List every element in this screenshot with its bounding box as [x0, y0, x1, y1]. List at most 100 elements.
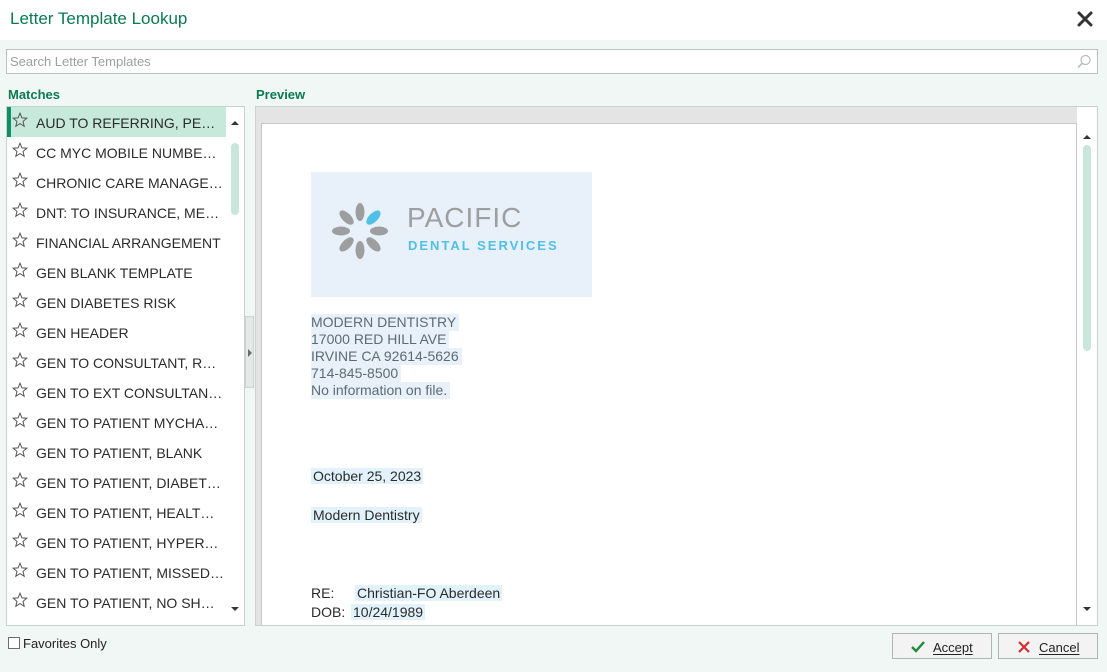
star-icon[interactable]: [12, 592, 28, 608]
list-item-label: AUD TO REFERRING, PED DEV SCREEN: [36, 115, 224, 131]
practice-address-line2: IRVINE CA 92614-5626: [311, 348, 462, 365]
search-input[interactable]: [10, 52, 1060, 71]
star-icon[interactable]: [12, 202, 28, 218]
practice-extra-info: No information on file.: [311, 382, 451, 399]
patient-dob: 10/24/1989: [351, 604, 426, 620]
matches-list: AUD TO REFERRING, PED DEV SCREEN CC MYC M…: [7, 107, 228, 625]
list-item[interactable]: CHRONIC CARE MANAGEMENT: [7, 167, 228, 197]
checkbox-box[interactable]: [8, 637, 20, 649]
list-item[interactable]: GEN TO PATIENT, NO SHOW: [7, 587, 228, 617]
matches-scroll-thumb[interactable]: [231, 143, 239, 215]
list-item[interactable]: GEN TO PATIENT, HEALTH MAINTENANCE: [7, 497, 228, 527]
search-icon[interactable]: [1075, 53, 1093, 71]
close-button[interactable]: [1075, 9, 1095, 29]
star-icon[interactable]: [12, 172, 28, 188]
matches-scrollbar[interactable]: [226, 107, 244, 625]
star-icon[interactable]: [12, 532, 28, 548]
chevron-down-icon[interactable]: [1082, 605, 1092, 613]
preview-label: Preview: [256, 87, 306, 102]
list-item-label: CC MYC MOBILE NUMBER CONFIRMATION: [36, 145, 224, 161]
letter-re-line: RE: Christian-FO Aberdeen: [311, 585, 503, 601]
patient-name: Christian-FO Aberdeen: [355, 585, 503, 601]
dob-label: DOB:: [311, 604, 346, 620]
sunburst-logo-icon: [332, 203, 388, 259]
star-icon[interactable]: [12, 382, 28, 398]
preview-scroll-thumb[interactable]: [1083, 145, 1091, 351]
favorites-only-label[interactable]: Favorites Only: [23, 636, 107, 651]
list-item[interactable]: AUD TO REFERRING, PED DEV SCREEN: [7, 107, 228, 137]
preview-panel: PACIFIC DENTAL SERVICES MODERN DENTISTRY…: [255, 106, 1098, 626]
list-item-label: GEN TO PATIENT MYCHART ACTIVATION: [36, 415, 224, 431]
list-item[interactable]: CC MYC MOBILE NUMBER CONFIRMATION: [7, 137, 228, 167]
list-item[interactable]: GEN TO PATIENT, BLANK: [7, 437, 228, 467]
panel-splitter[interactable]: [245, 316, 254, 388]
list-item[interactable]: GEN HEADER: [7, 317, 228, 347]
list-item[interactable]: GEN BLANK TEMPLATE: [7, 257, 228, 287]
list-item-label: DNT: TO INSURANCE, MEDICAL NECESSITY: [36, 205, 224, 221]
list-item-label: GEN HEADER: [36, 325, 129, 341]
logo-word-primary: PACIFIC: [407, 202, 523, 233]
star-icon[interactable]: [12, 232, 28, 248]
re-label: RE:: [311, 585, 335, 601]
cancel-button[interactable]: Cancel: [998, 633, 1098, 659]
letter-recipient: Modern Dentistry: [311, 507, 422, 523]
star-icon[interactable]: [12, 502, 28, 518]
letter-dob-line: DOB: 10/24/1989: [311, 604, 426, 620]
star-icon[interactable]: [12, 142, 28, 158]
list-item[interactable]: GEN TO PATIENT, HYPERTENSION: [7, 527, 228, 557]
cancel-label: Cancel: [1039, 640, 1080, 655]
practice-address-block: MODERN DENTISTRY 17000 RED HILL AVE IRVI…: [311, 314, 462, 399]
list-item-label: GEN TO PATIENT, HYPERTENSION: [36, 535, 224, 551]
star-icon[interactable]: [12, 412, 28, 428]
practice-name: MODERN DENTISTRY: [311, 314, 460, 331]
chevron-down-icon[interactable]: [230, 605, 240, 613]
star-icon[interactable]: [12, 262, 28, 278]
search-field[interactable]: [6, 49, 1098, 74]
list-item-label: GEN TO PATIENT, DIABETES: [36, 475, 224, 491]
list-item-label: FINANCIAL ARRANGEMENT: [36, 235, 221, 251]
close-icon: [1077, 11, 1093, 27]
list-item-label: GEN TO PATIENT, NO SHOW: [36, 595, 224, 611]
star-icon[interactable]: [12, 442, 28, 458]
accept-button[interactable]: Accept: [892, 633, 992, 659]
list-item-label: GEN TO PATIENT, BLANK: [36, 445, 203, 461]
chevron-up-icon[interactable]: [230, 119, 240, 127]
accept-label: Accept: [933, 640, 973, 655]
star-icon[interactable]: [12, 292, 28, 308]
practice-logo: PACIFIC DENTAL SERVICES: [311, 172, 592, 297]
practice-phone: 714-845-8500: [311, 365, 402, 382]
practice-address-line1: 17000 RED HILL AVE: [311, 331, 450, 348]
chevron-up-icon[interactable]: [1082, 133, 1092, 141]
x-icon: [1018, 641, 1030, 653]
list-item-label: GEN BLANK TEMPLATE: [36, 265, 193, 281]
list-item[interactable]: GEN TO CONSULTANT, REFERRAL: [7, 347, 228, 377]
star-icon[interactable]: [12, 472, 28, 488]
list-item[interactable]: DNT: TO INSURANCE, MEDICAL NECESSITY: [7, 197, 228, 227]
star-icon[interactable]: [12, 562, 28, 578]
list-item[interactable]: GEN TO EXT CONSULTANT, REFERRAL: [7, 377, 228, 407]
chevron-right-icon: [248, 349, 252, 357]
list-item-label: GEN TO PATIENT, MISSED APPOINTMENT: [36, 565, 224, 581]
list-item[interactable]: GEN TO PATIENT, MISSED APPOINTMENT: [7, 557, 228, 587]
letter-preview-page: PACIFIC DENTAL SERVICES MODERN DENTISTRY…: [261, 123, 1077, 625]
list-item[interactable]: GEN DIABETES RISK: [7, 287, 228, 317]
logo-word-secondary: DENTAL SERVICES: [408, 238, 559, 253]
list-item[interactable]: GEN TO PATIENT MYCHART ACTIVATION: [7, 407, 228, 437]
letter-date: October 25, 2023: [311, 468, 424, 484]
window-title: Letter Template Lookup: [10, 9, 188, 28]
list-item-label: GEN DIABETES RISK: [36, 295, 177, 311]
preview-scrollbar[interactable]: [1077, 107, 1097, 625]
list-item-label: GEN TO CONSULTANT, REFERRAL: [36, 355, 224, 371]
title-bar: Letter Template Lookup: [0, 0, 1107, 40]
list-item[interactable]: GEN TO PATIENT, DIABETES: [7, 467, 228, 497]
check-icon: [911, 641, 925, 653]
list-item-label: CHRONIC CARE MANAGEMENT: [36, 175, 224, 191]
list-item-label: GEN TO PATIENT, HEALTH MAINTENANCE: [36, 505, 224, 521]
matches-label: Matches: [8, 87, 61, 102]
star-icon[interactable]: [12, 112, 28, 128]
list-item[interactable]: FINANCIAL ARRANGEMENT: [7, 227, 228, 257]
matches-panel: AUD TO REFERRING, PED DEV SCREEN CC MYC M…: [6, 106, 245, 626]
list-item-label: GEN TO EXT CONSULTANT, REFERRAL: [36, 385, 224, 401]
star-icon[interactable]: [12, 352, 28, 368]
star-icon[interactable]: [12, 322, 28, 338]
